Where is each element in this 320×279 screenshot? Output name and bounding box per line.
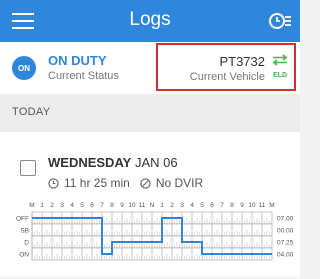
duty-status-label[interactable]: ON DUTY <box>48 53 107 68</box>
hour-label: 7 <box>220 202 224 209</box>
app-bar: Logs <box>0 0 300 42</box>
hour-label: 1 <box>40 202 44 209</box>
hour-label: 9 <box>240 202 244 209</box>
duty-graph: M 1 2 3 4 5 6 7 8 9 10 11 N 1 2 3 4 5 6 7 8 9 10 11 M OFF 07.00 SB 0… <box>0 198 300 274</box>
hour-label: 10 <box>128 202 136 209</box>
section-header: TODAY <box>0 94 300 132</box>
page-title: Logs <box>129 9 171 30</box>
log-day: WEDNESDAY <box>48 155 132 170</box>
hour-label: 7 <box>100 202 104 209</box>
log-card[interactable]: WEDNESDAY JAN 06 11 hr 25 min No DVIR M1… <box>0 132 300 277</box>
hour-label: 11 <box>259 202 266 209</box>
log-duration: 11 hr 25 min <box>64 176 130 190</box>
hour-label: 8 <box>110 202 114 209</box>
row-total: 00.00 <box>277 228 294 235</box>
row-total: 07.00 <box>277 216 294 223</box>
hour-label: 4 <box>70 202 74 209</box>
row-total: 04.00 <box>277 252 294 259</box>
hour-label: 2 <box>170 202 174 209</box>
hour-label: 6 <box>90 202 94 209</box>
current-vehicle-panel[interactable]: PT3732 Current Vehicle ELD <box>156 43 296 91</box>
status-row: ON ON DUTY Current Status PT3732 Current… <box>0 42 300 95</box>
hour-label: 3 <box>180 202 184 209</box>
swap-arrows-icon[interactable] <box>272 54 288 66</box>
hour-label: 4 <box>190 202 194 209</box>
log-dvir-status: No DVIR <box>155 176 204 190</box>
log-date-value: JAN 06 <box>134 155 178 170</box>
hour-label: N <box>150 202 155 209</box>
clock-icon[interactable] <box>268 11 292 31</box>
row-label: ON <box>19 252 29 259</box>
section-header-label: TODAY <box>12 106 51 118</box>
hour-label: 8 <box>230 202 234 209</box>
hour-label: 5 <box>200 202 204 209</box>
log-meta: 11 hr 25 min No DVIR <box>48 176 203 190</box>
row-label: OFF <box>16 216 29 223</box>
hour-label: 3 <box>60 202 64 209</box>
vehicle-caption: Current Vehicle <box>189 71 265 83</box>
duty-status-badge[interactable]: ON <box>12 56 36 80</box>
no-dvir-icon <box>140 177 151 189</box>
row-total: 07.25 <box>277 240 294 247</box>
hour-label: 10 <box>248 202 256 209</box>
hour-label: 5 <box>80 202 84 209</box>
hour-label: 2 <box>50 202 54 209</box>
hour-label: 9 <box>120 202 124 209</box>
hour-label: 1 <box>160 202 164 209</box>
log-select-checkbox[interactable] <box>20 160 36 176</box>
row-label: D <box>24 240 29 247</box>
hour-label: M <box>269 202 274 209</box>
vehicle-id: PT3732 <box>219 54 265 69</box>
clock-icon <box>48 177 59 189</box>
hour-label: 6 <box>210 202 214 209</box>
log-date: WEDNESDAY JAN 06 <box>48 155 178 170</box>
hour-label: M <box>29 202 34 209</box>
row-label: SB <box>20 228 29 235</box>
duty-graph-svg: M 1 2 3 4 5 6 7 8 9 10 11 N 1 2 3 4 5 6 7 8 9 10 11 MOFF 07.00SB 0… <box>16 202 294 261</box>
hour-label: 11 <box>139 202 146 209</box>
duty-status-caption: Current Status <box>48 70 119 82</box>
eld-label: ELD <box>273 72 287 79</box>
